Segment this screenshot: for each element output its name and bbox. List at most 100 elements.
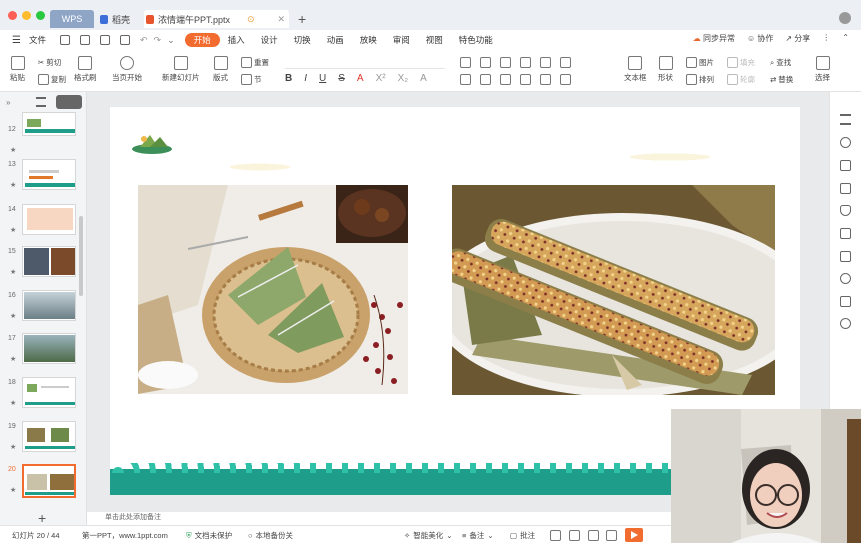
ppt-tool-icon[interactable] <box>840 251 851 262</box>
minimize-window-button[interactable] <box>22 11 31 20</box>
menu-view[interactable]: 视图 <box>418 33 451 47</box>
slide-thumb-17[interactable]: 17 ★ <box>0 333 87 373</box>
thumbnail-view-icon[interactable] <box>56 95 82 109</box>
menu-review[interactable]: 审阅 <box>385 33 418 47</box>
arrange-button[interactable]: 排列 <box>686 74 714 85</box>
collapse-panel-icon[interactable]: » <box>6 98 10 107</box>
start-slideshow-button[interactable] <box>625 528 643 542</box>
strikethrough-icon[interactable]: S <box>338 73 345 84</box>
export-icon[interactable] <box>119 34 130 45</box>
bullets-icon[interactable] <box>460 57 471 68</box>
select-button[interactable]: 选择 <box>815 56 830 83</box>
menu-home[interactable]: 开始 <box>184 33 220 47</box>
format-painter-button[interactable]: 格式刷 <box>74 56 97 83</box>
font-color-icon[interactable]: A <box>357 73 364 84</box>
align-left-icon[interactable] <box>460 74 471 85</box>
align-right-icon[interactable] <box>500 74 511 85</box>
share-button[interactable]: ↗ 分享 <box>785 33 810 44</box>
replace-button[interactable]: ⇄ 替换 <box>770 74 793 85</box>
lock-icon[interactable] <box>840 205 851 216</box>
distributed-icon[interactable] <box>540 74 551 85</box>
align-center-icon[interactable] <box>480 74 491 85</box>
cut-button[interactable]: ✂ 剪切 <box>38 57 61 68</box>
notes-placeholder[interactable]: 单击此处添加备注 <box>105 512 161 522</box>
close-tab-icon[interactable]: ✕ <box>277 14 285 25</box>
line-spacing-icon[interactable] <box>540 57 551 68</box>
presenter-tools-icon[interactable] <box>606 530 617 541</box>
text-direction-icon[interactable] <box>560 57 571 68</box>
settings-icon[interactable] <box>840 273 851 284</box>
slide-thumb-16[interactable]: 16 ★ <box>0 290 87 330</box>
image-tool-icon[interactable] <box>840 228 851 239</box>
customize-icon[interactable]: ⌄ <box>167 35 175 46</box>
zongzi-basket-photo[interactable] <box>138 185 408 394</box>
bold-icon[interactable]: B <box>285 73 292 84</box>
new-tab-button[interactable]: + <box>298 10 306 28</box>
user-avatar[interactable] <box>839 12 851 24</box>
hamburger-icon[interactable]: ☰ <box>12 35 21 46</box>
menu-transition[interactable]: 切换 <box>286 33 319 47</box>
tab-wps[interactable]: WPS <box>50 10 94 28</box>
slide-thumb-19[interactable]: 19 ★ <box>0 421 87 461</box>
notes-button[interactable]: ≡ 备注 ⌄ <box>462 530 494 541</box>
italic-icon[interactable]: I <box>304 73 307 84</box>
picture-button[interactable]: 图片 <box>686 57 714 68</box>
decrease-indent-icon[interactable] <box>500 57 511 68</box>
add-slide-button[interactable]: + <box>38 510 46 526</box>
slide-thumb-18[interactable]: 18 ★ <box>0 377 87 417</box>
subscript-icon[interactable]: X₂ <box>398 73 409 84</box>
underline-icon[interactable]: U <box>319 73 326 84</box>
menu-file[interactable]: 文件 <box>21 33 54 47</box>
thumbnail-scrollbar[interactable] <box>79 216 83 296</box>
slide-thumb-14[interactable]: 14 ★ <box>0 204 87 244</box>
menu-insert[interactable]: 插入 <box>220 33 253 47</box>
collaborate-button[interactable]: ☺ 协作 <box>747 33 773 44</box>
template-icon[interactable] <box>840 160 851 171</box>
comments-button[interactable]: ▢ 批注 <box>510 530 535 541</box>
slide-thumb-20[interactable]: 20 ★ <box>0 464 87 504</box>
reading-view-icon[interactable] <box>588 530 599 541</box>
copy-button[interactable]: 复制 <box>38 74 66 85</box>
undo-icon[interactable]: ↶ <box>140 35 148 46</box>
collapse-ribbon-icon[interactable]: ⌃ <box>842 33 849 44</box>
print-icon[interactable] <box>99 34 110 45</box>
menu-slideshow[interactable]: 放映 <box>352 33 385 47</box>
find-button[interactable]: ⌕ 查找 <box>770 57 791 68</box>
sorter-view-icon[interactable] <box>569 530 580 541</box>
more-icon[interactable]: ⋮ <box>822 33 830 44</box>
bamboo-rice-photo[interactable] <box>452 185 775 395</box>
tab-document[interactable]: 浓情端午PPT.pptx ⊙ ✕ <box>144 10 289 28</box>
print-preview-icon[interactable] <box>79 34 90 45</box>
beautify-button[interactable]: ✧ 智能美化 ⌄ <box>404 530 453 541</box>
slide-thumb-13[interactable]: 13 ★ <box>0 159 87 199</box>
menu-design[interactable]: 设计 <box>253 33 286 47</box>
tab-daoke[interactable]: 稻壳 <box>100 10 130 28</box>
normal-view-icon[interactable] <box>550 530 561 541</box>
sync-status[interactable]: ☁ 同步异常 <box>693 33 735 44</box>
layers-icon[interactable] <box>840 296 851 307</box>
outline-view-icon[interactable] <box>36 97 46 107</box>
justify-icon[interactable] <box>520 74 531 85</box>
menu-features[interactable]: 特色功能 <box>451 33 501 47</box>
shape-button[interactable]: 形状 <box>658 56 673 83</box>
save-icon[interactable] <box>59 34 70 45</box>
font-name-select[interactable] <box>285 57 445 69</box>
slide-thumb-15[interactable]: 15 ★ <box>0 246 87 286</box>
section-button[interactable]: 节 <box>241 74 262 85</box>
slide-thumb-12[interactable]: 12 ★ <box>0 112 87 164</box>
layout-button[interactable]: 版式 <box>213 56 228 83</box>
maximize-window-button[interactable] <box>36 11 45 20</box>
shape-tool-icon[interactable] <box>840 183 851 194</box>
play-from-current-button[interactable]: 当页开始 <box>112 56 142 83</box>
star-tool-icon[interactable] <box>840 137 851 148</box>
paste-button[interactable]: 粘贴 <box>10 56 25 83</box>
backup-status[interactable]: ○ 本地备份关 <box>248 530 293 541</box>
history-icon[interactable] <box>840 318 851 329</box>
menu-animation[interactable]: 动画 <box>319 33 352 47</box>
outline-button[interactable]: 轮廓 <box>727 74 755 85</box>
reset-button[interactable]: 重置 <box>241 57 269 68</box>
numbering-icon[interactable] <box>480 57 491 68</box>
columns-icon[interactable] <box>560 74 571 85</box>
increase-indent-icon[interactable] <box>520 57 531 68</box>
doc-protect-status[interactable]: ⛨ 文档未保护 <box>186 530 232 541</box>
